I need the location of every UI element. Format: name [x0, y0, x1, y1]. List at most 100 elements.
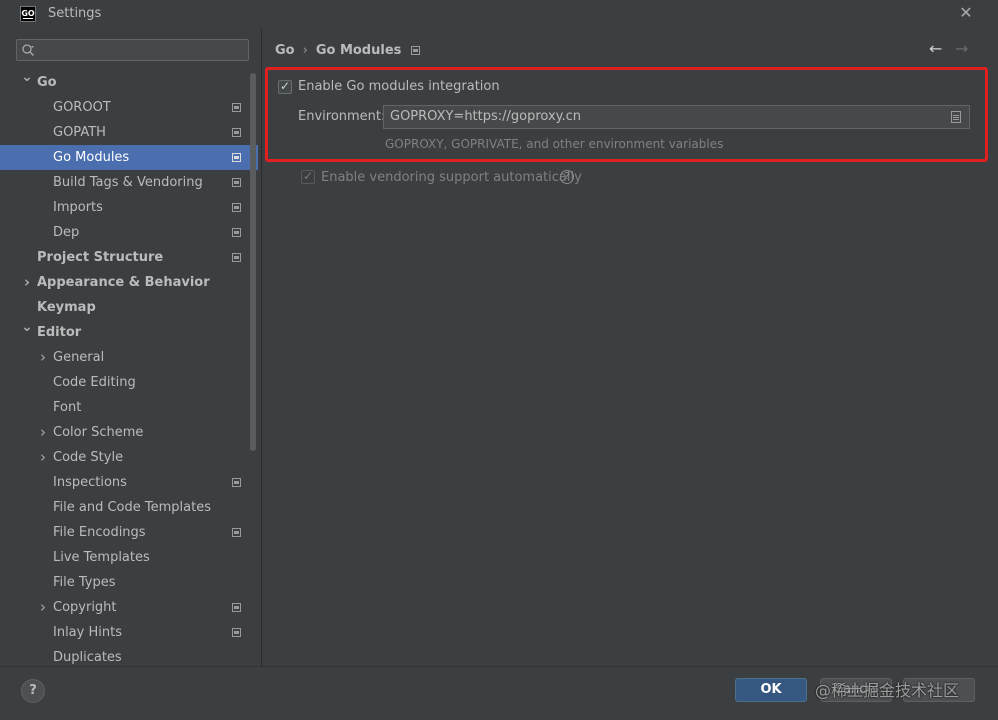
- vendoring-label: Enable vendoring support automatically: [321, 170, 582, 185]
- sidebar-item[interactable]: › General: [0, 345, 258, 370]
- sidebar-item-label: Editor: [37, 325, 82, 340]
- sidebar-item[interactable]: File Types: [0, 570, 258, 595]
- sidebar-item[interactable]: Duplicates: [0, 645, 258, 666]
- project-level-icon: [232, 153, 241, 162]
- chevron-down-icon[interactable]: ⌄: [21, 65, 33, 90]
- sidebar-item-label: Inspections: [53, 475, 127, 490]
- breadcrumb: Go › Go Modules: [275, 43, 421, 61]
- project-level-icon: [232, 178, 241, 187]
- checkmark-icon: ✓: [280, 79, 291, 93]
- sidebar-item-label: File Types: [53, 575, 116, 590]
- sidebar-item[interactable]: Code Editing: [0, 370, 258, 395]
- sidebar-item[interactable]: File and Code Templates: [0, 495, 258, 520]
- sidebar-item-label: General: [53, 350, 105, 365]
- arrow-left-icon[interactable]: ←: [929, 41, 945, 57]
- sidebar-item[interactable]: Build Tags & Vendoring: [0, 170, 258, 195]
- sidebar-item-label: Project Structure: [37, 250, 164, 265]
- chevron-right-icon[interactable]: ›: [37, 595, 49, 620]
- ok-button[interactable]: OK: [735, 678, 807, 702]
- sidebar-item[interactable]: Project Structure: [0, 245, 258, 270]
- sidebar-item-label: Code Editing: [53, 375, 136, 390]
- project-level-icon: [232, 603, 241, 612]
- sidebar-item-label: Duplicates: [53, 650, 122, 665]
- project-level-icon: [411, 46, 421, 55]
- sidebar-item[interactable]: Go Modules: [0, 145, 258, 170]
- sidebar-item[interactable]: › Copyright: [0, 595, 258, 620]
- project-level-icon: [232, 478, 241, 487]
- breadcrumb-parent[interactable]: Go: [275, 43, 295, 58]
- environment-label: Environment:: [298, 109, 386, 124]
- search-icon: [22, 44, 34, 56]
- sidebar-item-label: Appearance & Behavior: [37, 275, 210, 290]
- sidebar-scrollbar[interactable]: [250, 73, 256, 451]
- sidebar-item[interactable]: Dep: [0, 220, 258, 245]
- sidebar-item[interactable]: GOPATH: [0, 120, 258, 145]
- sidebar-item[interactable]: Live Templates: [0, 545, 258, 570]
- sidebar-item[interactable]: Inspections: [0, 470, 258, 495]
- project-level-icon: [232, 253, 241, 262]
- project-level-icon: [232, 128, 241, 137]
- environment-field[interactable]: GOPROXY=https://goproxy.cn: [383, 105, 970, 129]
- vendoring-checkbox: ✓: [301, 169, 315, 184]
- environment-value[interactable]: GOPROXY=https://goproxy.cn: [390, 109, 581, 124]
- chevron-down-icon[interactable]: ⌄: [21, 315, 33, 340]
- settings-sidebar: ⌄ Go GOROOT GOPATH Go Modules Build Tags & Ve…: [0, 29, 262, 666]
- sidebar-item-label: Dep: [53, 225, 80, 240]
- environment-hint: GOPROXY, GOPRIVATE, and other environmen…: [385, 137, 724, 151]
- sidebar-item-label: Live Templates: [53, 550, 150, 565]
- dialog-footer: ? OK Cancel @稀土掘金技术社区: [0, 666, 998, 720]
- sidebar-item[interactable]: › Code Style: [0, 445, 258, 470]
- enable-go-modules-label[interactable]: Enable Go modules integration: [298, 79, 500, 94]
- checkmark-icon: ✓: [303, 169, 314, 183]
- watermark-text: @稀土掘金技术社区: [815, 681, 960, 700]
- project-level-icon: [232, 228, 241, 237]
- sidebar-item-label: Keymap: [37, 300, 96, 315]
- help-icon[interactable]: ?: [560, 170, 574, 184]
- sidebar-item-label: GOPATH: [53, 125, 106, 140]
- sidebar-item[interactable]: › Appearance & Behavior: [0, 270, 258, 295]
- sidebar-item-label: Go: [37, 75, 57, 90]
- sidebar-item-label: Code Style: [53, 450, 124, 465]
- close-icon[interactable]: ✕: [957, 4, 975, 22]
- project-level-icon: [232, 628, 241, 637]
- chevron-right-icon[interactable]: ›: [37, 345, 49, 370]
- breadcrumb-current: Go Modules: [315, 43, 402, 58]
- title-bar: GO Settings ✕: [0, 0, 998, 29]
- breadcrumb-separator: ›: [302, 43, 308, 58]
- sidebar-item[interactable]: Inlay Hints: [0, 620, 258, 645]
- sidebar-item[interactable]: Keymap: [0, 295, 258, 320]
- sidebar-item[interactable]: File Encodings: [0, 520, 258, 545]
- search-input[interactable]: [16, 39, 249, 61]
- sidebar-item[interactable]: › Color Scheme: [0, 420, 258, 445]
- goland-app-icon: GO: [20, 6, 36, 22]
- sidebar-item-label: Build Tags & Vendoring: [53, 175, 203, 190]
- sidebar-item[interactable]: Font: [0, 395, 258, 420]
- sidebar-item-label: GOROOT: [53, 100, 111, 115]
- sidebar-item-label: File Encodings: [53, 525, 146, 540]
- main-panel: Go › Go Modules ← → ✓ Enable Go modules in…: [262, 29, 998, 666]
- chevron-right-icon[interactable]: ›: [21, 270, 33, 295]
- project-level-icon: [232, 528, 241, 537]
- chevron-right-icon[interactable]: ›: [37, 420, 49, 445]
- sidebar-item-label: Color Scheme: [53, 425, 144, 440]
- sidebar-item-label: Go Modules: [53, 150, 130, 165]
- sidebar-item-label: Font: [53, 400, 82, 415]
- sidebar-item[interactable]: ⌄ Editor: [0, 319, 258, 345]
- project-level-icon: [232, 203, 241, 212]
- project-level-icon: [232, 103, 241, 112]
- chevron-right-icon[interactable]: ›: [37, 445, 49, 470]
- settings-tree: ⌄ Go GOROOT GOPATH Go Modules Build Tags & Ve…: [0, 69, 258, 666]
- sidebar-item-label: Copyright: [53, 600, 117, 615]
- sidebar-item[interactable]: GOROOT: [0, 95, 258, 120]
- app-icon-text: GO: [21, 9, 35, 18]
- enable-go-modules-checkbox[interactable]: ✓: [278, 79, 292, 94]
- sidebar-item-label: Imports: [53, 200, 103, 215]
- browse-icon[interactable]: [951, 111, 961, 123]
- sidebar-item[interactable]: Imports: [0, 195, 258, 220]
- sidebar-item-label: File and Code Templates: [53, 500, 211, 515]
- sidebar-item-label: Inlay Hints: [53, 625, 122, 640]
- sidebar-item[interactable]: ⌄ Go: [0, 69, 258, 95]
- window-title: Settings: [48, 6, 102, 21]
- arrow-right-icon[interactable]: →: [955, 41, 971, 57]
- help-button[interactable]: ?: [21, 679, 45, 703]
